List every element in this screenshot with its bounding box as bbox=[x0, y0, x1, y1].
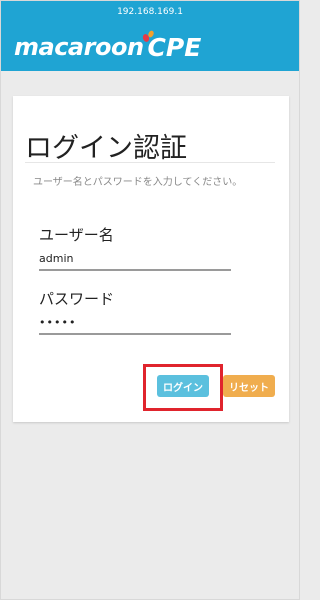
logo-dots-icon bbox=[142, 30, 154, 42]
page-title: ログイン認証 bbox=[25, 133, 187, 164]
title-divider bbox=[25, 162, 275, 163]
logo-name: macaroon bbox=[14, 33, 144, 61]
password-underline bbox=[39, 333, 231, 335]
url-text: 192.168.169.1 bbox=[117, 7, 183, 17]
password-input[interactable]: ••••• bbox=[39, 316, 76, 329]
browser-url-bar[interactable]: 192.168.169.1 bbox=[1, 1, 299, 23]
instruction-text: ユーザー名とパスワードを入力してください。 bbox=[33, 177, 243, 188]
reset-button[interactable]: リセット bbox=[223, 375, 275, 397]
login-button-highlight bbox=[143, 364, 223, 411]
username-input[interactable]: admin bbox=[39, 252, 73, 265]
username-underline bbox=[39, 269, 231, 271]
header-bar: macaroon CPE bbox=[1, 23, 299, 71]
logo-suffix: CPE bbox=[147, 32, 202, 62]
password-label: パスワード bbox=[39, 290, 115, 308]
macaroon-cpe-logo: macaroon CPE bbox=[14, 30, 202, 62]
username-label: ユーザー名 bbox=[39, 226, 114, 244]
